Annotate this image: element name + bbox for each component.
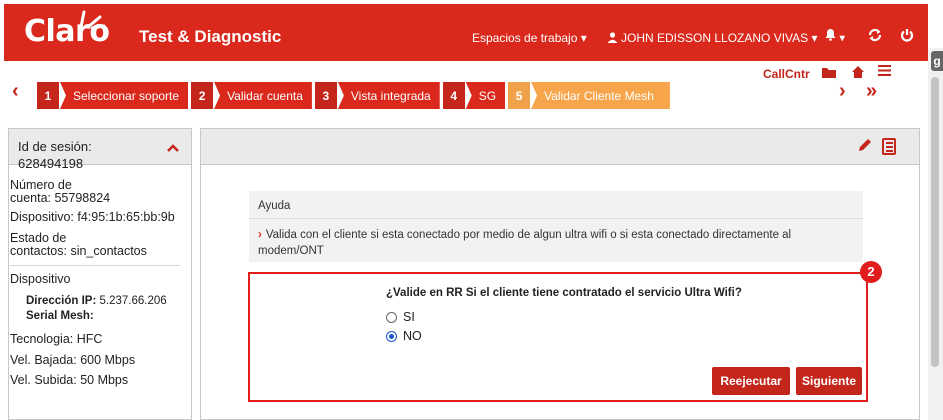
home-icon[interactable] bbox=[851, 65, 865, 82]
collapse-chevron-up-icon[interactable] bbox=[167, 139, 179, 157]
callcntr-link[interactable]: CallCntr bbox=[763, 67, 810, 81]
step-validar-cliente-mesh[interactable]: 5 Validar Cliente Mesh bbox=[508, 82, 670, 109]
divider bbox=[10, 265, 180, 266]
download-speed: Vel. Bajada: 600 Mbps bbox=[10, 353, 136, 367]
radio-si-button[interactable] bbox=[386, 311, 397, 323]
account-number-value: cuenta: 55798824 bbox=[10, 191, 111, 205]
contact-state-value: contactos: sin_contactos bbox=[10, 244, 147, 258]
g-extension-badge[interactable]: g bbox=[931, 51, 943, 71]
radio-option-no[interactable]: NO bbox=[386, 329, 422, 343]
user-menu[interactable]: JOHN EDISSON LLOZANO VIVAS ▾ bbox=[607, 31, 818, 45]
help-text: › Valida con el cliente si esta conectado… bbox=[258, 229, 792, 257]
step-sg[interactable]: 4 SG bbox=[442, 82, 506, 109]
folder-icon[interactable] bbox=[821, 66, 837, 82]
user-icon bbox=[607, 32, 618, 43]
previous-step-chevron-icon[interactable]: ‹ bbox=[12, 80, 19, 103]
workspaces-menu[interactable]: Espacios de trabajo ▾ bbox=[472, 31, 587, 45]
refresh-icon[interactable] bbox=[868, 28, 882, 45]
app-title: Test & Diagnostic bbox=[139, 27, 282, 46]
step-vista-integrada[interactable]: 3 Vista integrada bbox=[314, 82, 440, 109]
device-mac: Dispositivo: f4:95:1b:65:bb:9b bbox=[10, 210, 175, 224]
upload-speed: Vel. Subida: 50 Mbps bbox=[10, 373, 129, 387]
session-panel-header[interactable]: Id de sesión: 628494198 bbox=[9, 129, 191, 171]
serial-mesh-label: Serial Mesh: bbox=[26, 310, 94, 322]
next-button[interactable]: Siguiente bbox=[796, 367, 862, 395]
notes-document-icon[interactable] bbox=[882, 138, 896, 155]
notifications-bell-icon[interactable]: ▾ bbox=[824, 28, 845, 44]
power-icon[interactable] bbox=[900, 28, 914, 45]
reexecute-button[interactable]: Reejecutar bbox=[712, 367, 790, 395]
help-box: Ayuda › Valida con el cliente si esta con… bbox=[249, 191, 863, 262]
technology: Tecnologia: HFC bbox=[10, 332, 103, 346]
page-scrollbar-thumb[interactable] bbox=[931, 77, 939, 367]
ip-address: Dirección IP: 5.237.66.206 bbox=[26, 295, 167, 307]
main-panel-header bbox=[201, 129, 919, 165]
edit-pencil-icon[interactable] bbox=[857, 137, 873, 158]
step-annotation-badge: 2 bbox=[860, 261, 882, 283]
step-seleccionar-soporte[interactable]: 1 Seleccionar soporte bbox=[37, 82, 189, 109]
menu-icon[interactable] bbox=[878, 64, 891, 80]
question-text: ¿Valide en RR Si el cliente tiene contra… bbox=[386, 287, 742, 299]
help-title: Ayuda bbox=[249, 191, 863, 219]
top-header-bar: Claro Test & Diagnostic Espacios de trab… bbox=[4, 4, 928, 61]
steps-breadcrumb: 1 Seleccionar soporte 2 Validar cuenta 3… bbox=[37, 82, 673, 109]
chevron-right-icon: › bbox=[258, 229, 262, 241]
session-id-label: Id de sesión: bbox=[18, 139, 92, 154]
device-section-title: Dispositivo bbox=[10, 272, 71, 286]
next-step-chevron-icon[interactable]: › bbox=[839, 80, 846, 103]
radio-option-si[interactable]: SI bbox=[386, 310, 415, 324]
session-id-value: 628494198 bbox=[18, 156, 84, 171]
last-step-double-chevron-icon[interactable]: » bbox=[866, 80, 877, 103]
step-validar-cuenta[interactable]: 2 Validar cuenta bbox=[191, 82, 312, 109]
logo-rays-icon bbox=[79, 10, 105, 29]
radio-no-button[interactable] bbox=[386, 330, 397, 342]
